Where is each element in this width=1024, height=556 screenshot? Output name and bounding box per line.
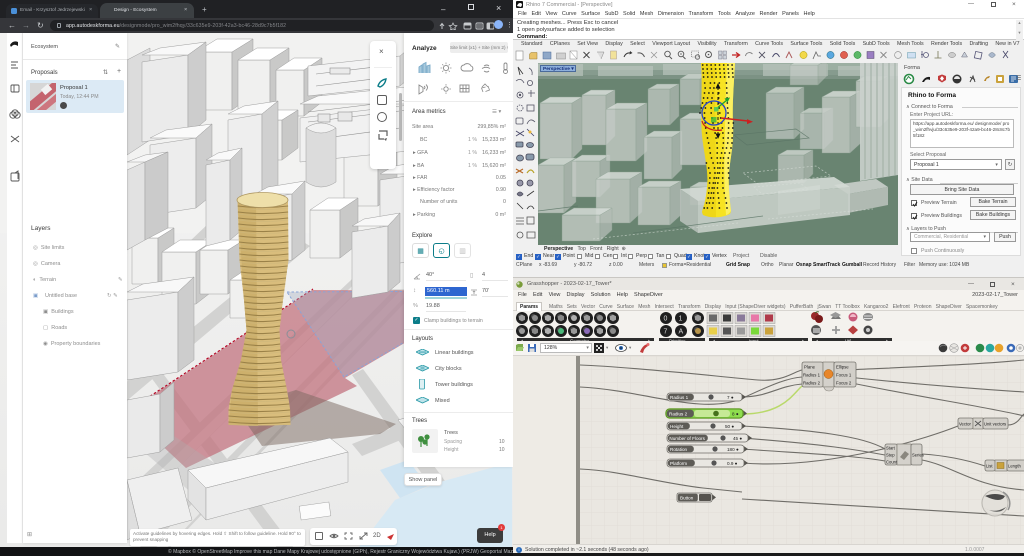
svg-text:Radius 2: Radius 2 [803, 381, 821, 386]
svg-text:List: List [986, 464, 993, 469]
svg-text:Radius 2: Radius 2 [669, 412, 688, 417]
svg-text:1: 1 [679, 316, 683, 323]
svg-text:Vector: Vector [959, 422, 971, 427]
svg-text:A: A [679, 329, 684, 336]
svg-text:Count: Count [886, 460, 898, 465]
svg-text:50 ●: 50 ● [725, 424, 734, 429]
svg-text:Height: Height [670, 424, 684, 429]
svg-text:Platform: Platform [670, 461, 687, 466]
svg-text:7 ●: 7 ● [727, 395, 734, 400]
svg-text:Button: Button [680, 496, 694, 501]
svg-text:45 ●: 45 ● [733, 436, 742, 441]
svg-text:Plane: Plane [804, 365, 816, 370]
svg-text:180 ●: 180 ● [727, 447, 739, 452]
svg-text:Number of Floors: Number of Floors [669, 436, 705, 441]
svg-text:Ellipse: Ellipse [836, 365, 849, 370]
svg-text:Start: Start [886, 446, 896, 451]
svg-text:0.9 ●: 0.9 ● [727, 461, 738, 466]
svg-text:Focus 2: Focus 2 [836, 381, 852, 386]
svg-text:7: 7 [664, 329, 668, 336]
svg-text:Length: Length [1008, 464, 1021, 469]
svg-text:Series: Series [912, 453, 924, 458]
svg-text:Rotation: Rotation [670, 447, 688, 452]
svg-text:Step: Step [886, 453, 895, 458]
svg-text:Radius 1: Radius 1 [803, 373, 821, 378]
svg-text:8 ●: 8 ● [732, 412, 739, 417]
svg-text:Radius 1: Radius 1 [670, 395, 689, 400]
svg-text:Unit vectors: Unit vectors [984, 422, 1006, 427]
svg-text:0: 0 [664, 316, 668, 323]
svg-text:Focus 1: Focus 1 [836, 373, 852, 378]
